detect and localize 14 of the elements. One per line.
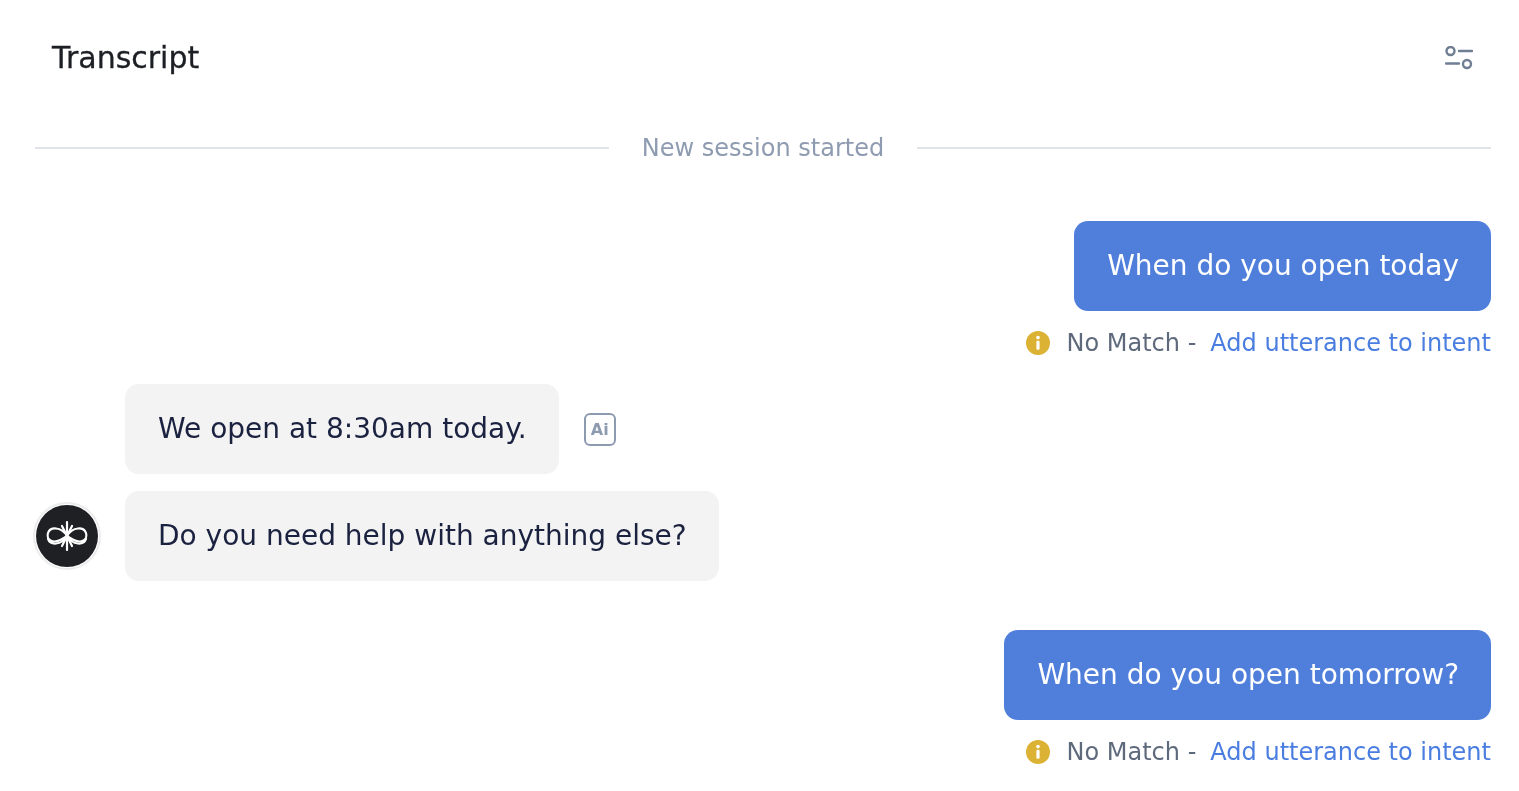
info-icon <box>1025 740 1050 764</box>
bot-message-bubble: We open at 8:30am today. <box>125 384 559 474</box>
session-divider-label: New session started <box>640 133 886 163</box>
ai-generated-label: Ai <box>583 412 616 446</box>
user-message-bubble: When do you open tomorrow? <box>1004 630 1491 720</box>
add-utterance-link[interactable]: Add utterance to intent <box>1210 737 1491 767</box>
info-icon <box>1025 331 1050 355</box>
settings-icon[interactable] <box>1445 46 1473 70</box>
no-match-status: No Match - <box>1066 328 1197 358</box>
no-match-status: No Match - <box>1066 737 1197 767</box>
add-utterance-link[interactable]: Add utterance to intent <box>1210 328 1491 358</box>
user-message-bubble: When do you open today <box>1074 221 1491 311</box>
transcript-title: Transcript <box>52 40 200 76</box>
bot-message-bubble: Do you need help with anything else? <box>125 491 719 581</box>
